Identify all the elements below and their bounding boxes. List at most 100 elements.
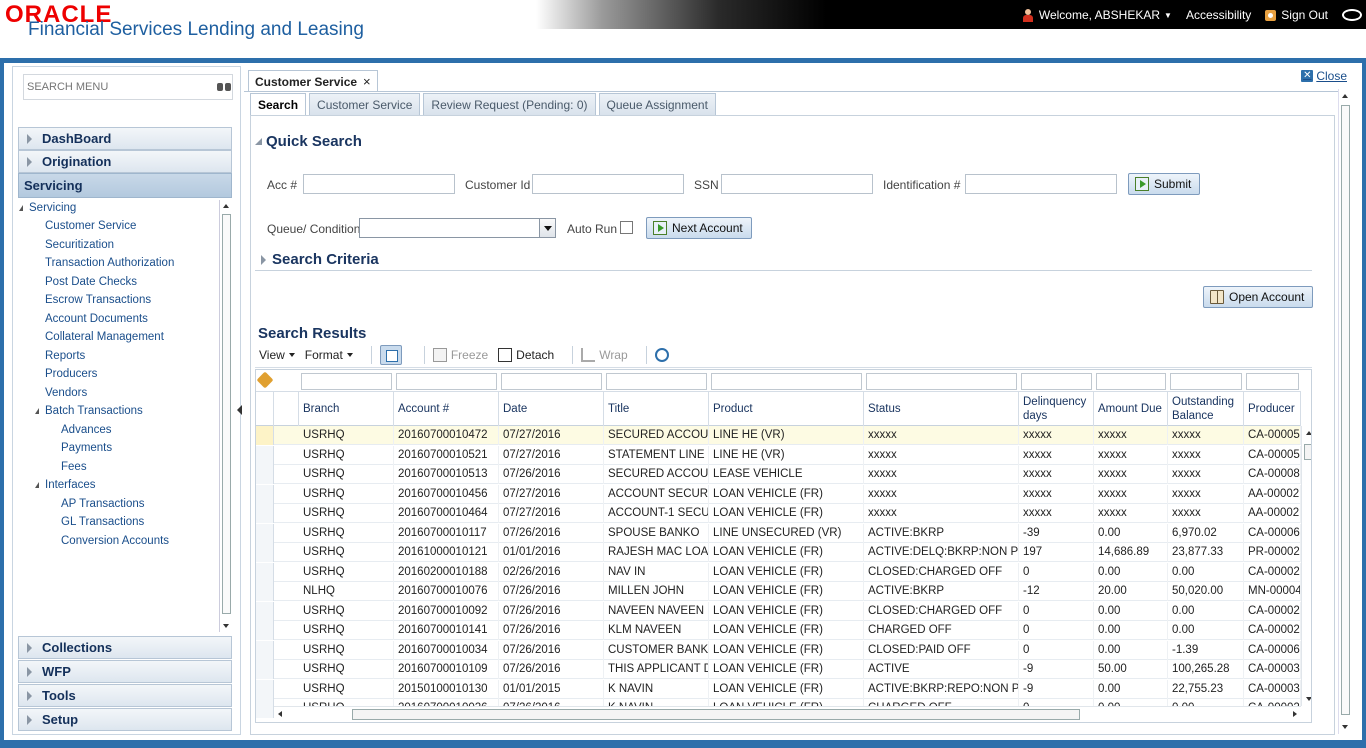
row-header[interactable]	[256, 641, 274, 660]
search-menu-input[interactable]	[24, 75, 212, 99]
next-account-button[interactable]: Next Account	[646, 217, 752, 239]
row-header[interactable]	[256, 582, 274, 601]
tree-item[interactable]: Payments	[61, 442, 112, 454]
row-header[interactable]	[256, 485, 274, 504]
refresh-button[interactable]	[654, 348, 673, 362]
sign-out-link[interactable]: Sign Out	[1265, 8, 1328, 22]
table-row[interactable]: USRHQ 20160700010456 07/27/2016 ACCOUNT SEC…	[256, 485, 1301, 504]
column-header[interactable]: Account #	[394, 392, 499, 426]
column-header[interactable]: Product	[709, 392, 864, 426]
tree-item[interactable]: GL Transactions	[61, 516, 144, 528]
tab-review-request[interactable]: Review Request (Pending: 0)	[423, 93, 596, 116]
binoculars-icon[interactable]	[217, 80, 231, 92]
expand-icon[interactable]	[35, 482, 39, 488]
freeze-button[interactable]: Freeze	[432, 348, 488, 362]
row-header[interactable]	[256, 543, 274, 562]
table-row[interactable]: USRHQ 20161000010121 01/01/2016 RAJESH MAC …	[256, 543, 1301, 562]
collapse-panel-icon[interactable]	[237, 403, 243, 417]
document-tab[interactable]: Customer Service ×	[248, 70, 378, 92]
row-header[interactable]	[256, 426, 274, 445]
column-filter-input[interactable]	[711, 373, 862, 390]
column-header[interactable]: Delinquency days	[1019, 392, 1094, 426]
column-header[interactable]: Outstanding Balance	[1168, 392, 1244, 426]
scroll-thumb[interactable]	[352, 709, 1080, 720]
column-filter-input[interactable]	[1246, 373, 1299, 390]
column-header[interactable]: Status	[864, 392, 1019, 426]
row-header[interactable]	[256, 699, 274, 718]
user-menu[interactable]: Welcome, ABSHEKAR ▼	[1022, 8, 1172, 22]
tree-item[interactable]: Collateral Management	[45, 331, 164, 343]
tree-interfaces[interactable]: Interfaces	[45, 479, 96, 491]
nav-servicing[interactable]: Servicing	[18, 173, 232, 198]
identification-input[interactable]	[965, 174, 1117, 194]
tree-item[interactable]: Conversion Accounts	[61, 535, 169, 547]
column-filter-input[interactable]	[866, 373, 1017, 390]
open-account-button[interactable]: Open Account	[1203, 286, 1314, 308]
nav-origination[interactable]: Origination	[18, 150, 232, 173]
scroll-down-icon[interactable]	[1342, 725, 1348, 729]
table-row[interactable]: USRHQ 20160200010188 02/26/2016 NAV IN LOAN …	[256, 563, 1301, 582]
table-row[interactable]: USRHQ 20150100010130 01/01/2015 K NAVIN LOAN…	[256, 680, 1301, 699]
tree-item[interactable]: Escrow Transactions	[45, 294, 151, 306]
column-filter-input[interactable]	[606, 373, 707, 390]
tree-item[interactable]: Advances	[61, 424, 112, 436]
column-header[interactable]: Branch	[299, 392, 394, 426]
scroll-thumb[interactable]	[222, 214, 231, 614]
nav-setup[interactable]: Setup	[18, 708, 232, 731]
ssn-input[interactable]	[721, 174, 873, 194]
grid-vertical-scrollbar[interactable]	[1301, 426, 1311, 706]
detach-button[interactable]: Detach	[498, 348, 554, 362]
tree-item[interactable]: Securitization	[45, 239, 114, 251]
scroll-up-icon[interactable]	[1342, 94, 1348, 98]
row-header[interactable]	[256, 465, 274, 484]
tree-item[interactable]: Reports	[45, 350, 85, 362]
view-menu[interactable]: View	[259, 348, 295, 362]
row-header[interactable]	[256, 563, 274, 582]
nav-collections[interactable]: Collections	[18, 636, 232, 659]
format-menu[interactable]: Format	[305, 348, 353, 362]
wrap-button[interactable]: Wrap	[581, 348, 628, 362]
tree-scrollbar[interactable]	[219, 200, 232, 632]
tree-item[interactable]: Customer Service	[45, 220, 136, 232]
tab-queue-assignment[interactable]: Queue Assignment	[598, 93, 716, 116]
table-row[interactable]: USRHQ 20160700010141 07/26/2016 KLM NAVEEN L…	[256, 621, 1301, 640]
query-by-example-button[interactable]	[379, 345, 406, 365]
table-row[interactable]: USRHQ 20160700010521 07/27/2016 STATEMENT L…	[256, 446, 1301, 465]
row-header[interactable]	[256, 504, 274, 523]
acc-input[interactable]	[303, 174, 455, 194]
close-tab-icon[interactable]: ×	[363, 74, 371, 89]
column-header[interactable]: Date	[499, 392, 604, 426]
scroll-thumb[interactable]	[1341, 105, 1350, 715]
table-row[interactable]: USRHQ 20160700010513 07/26/2016 SECURED ACC…	[256, 465, 1301, 484]
table-row[interactable]: USRHQ 20160700010034 07/26/2016 CUSTOMER BA…	[256, 641, 1301, 660]
close-link[interactable]: ✕ Close	[1301, 69, 1347, 83]
row-header[interactable]	[256, 446, 274, 465]
accessibility-link[interactable]: Accessibility	[1186, 8, 1251, 22]
row-header[interactable]	[256, 602, 274, 621]
page-vertical-scrollbar[interactable]	[1338, 89, 1352, 734]
tree-batch-transactions[interactable]: Batch Transactions	[45, 405, 143, 417]
table-row[interactable]: USRHQ 20160700010109 07/26/2016 THIS APPLIC…	[256, 660, 1301, 679]
scroll-thumb[interactable]	[1304, 444, 1311, 460]
table-row[interactable]: USRHQ 20160700010472 07/27/2016 SECURED ACC…	[256, 426, 1301, 445]
tree-item[interactable]: Vendors	[45, 387, 87, 399]
scroll-down-icon[interactable]	[223, 624, 229, 628]
column-header[interactable]: Title	[604, 392, 709, 426]
queue-condition-select[interactable]	[359, 218, 556, 238]
nav-tools[interactable]: Tools	[18, 684, 232, 707]
clear-filter-icon[interactable]	[256, 371, 274, 389]
table-row[interactable]: NLHQ 20160700010076 07/26/2016 MILLEN JOHN L…	[256, 582, 1301, 601]
scroll-left-icon[interactable]	[278, 711, 282, 717]
column-filter-input[interactable]	[396, 373, 497, 390]
row-header[interactable]	[256, 680, 274, 699]
tree-item[interactable]: Account Documents	[45, 313, 148, 325]
tree-item[interactable]: Fees	[61, 461, 87, 473]
scroll-up-icon[interactable]	[223, 204, 229, 208]
nav-wfp[interactable]: WFP	[18, 660, 232, 683]
tree-item[interactable]: Post Date Checks	[45, 276, 137, 288]
nav-dashboard[interactable]: DashBoard	[18, 127, 232, 150]
search-criteria-header[interactable]: Search Criteria	[261, 251, 379, 268]
table-row[interactable]: USRHQ 20160700010092 07/26/2016 NAVEEN NAVE…	[256, 602, 1301, 621]
expand-icon[interactable]	[19, 205, 23, 211]
row-header[interactable]	[256, 621, 274, 640]
